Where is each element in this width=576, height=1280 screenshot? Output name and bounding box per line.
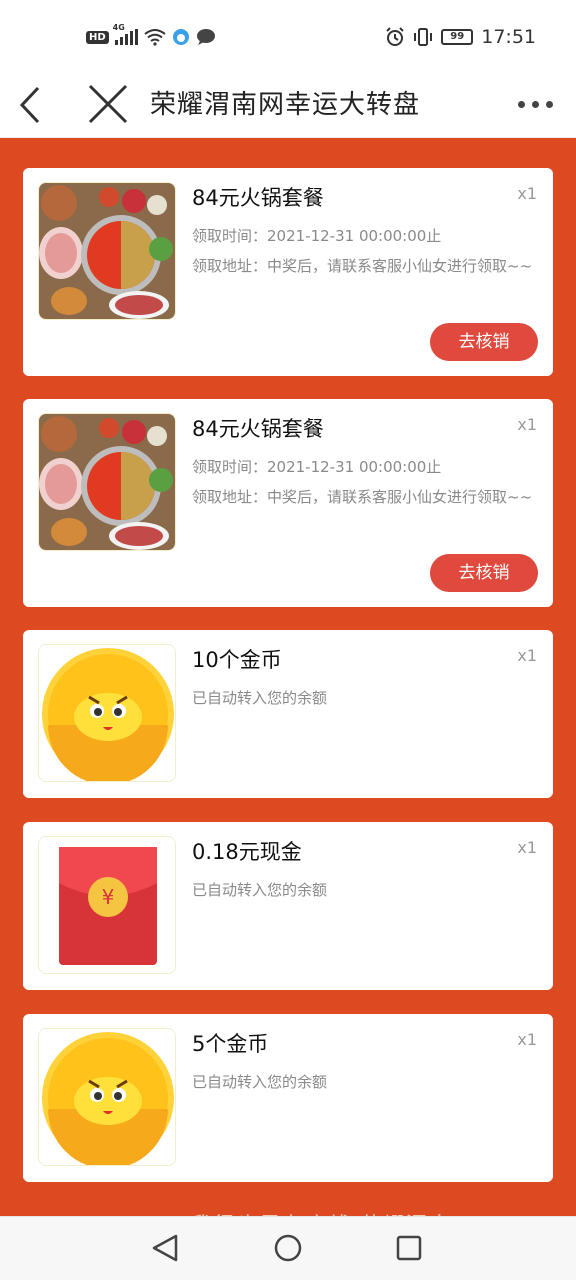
claim-address: 领取地址：中奖后，请联系客服小仙女进行领取~~ bbox=[192, 257, 533, 275]
prize-status: 已自动转入您的余额 bbox=[192, 1073, 328, 1091]
nav-back-icon[interactable] bbox=[150, 1233, 182, 1263]
prize-quantity: x1 bbox=[517, 184, 537, 203]
vibrate-icon bbox=[414, 28, 433, 46]
wifi-icon bbox=[144, 29, 166, 46]
status-left: HD 4G bbox=[86, 23, 216, 48]
status-right: 99 17:51 bbox=[385, 24, 536, 50]
prize-quantity: x1 bbox=[517, 838, 537, 857]
prize-title: 5个金币 bbox=[192, 1032, 269, 1056]
battery-icon: 99 bbox=[441, 29, 474, 45]
page-title: 荣耀渭南网幸运大转盘 bbox=[150, 90, 421, 120]
status-bar: HD 4G 99 17:51 bbox=[0, 0, 576, 72]
prize-card: 5个金币 x1 已自动转入您的余额 bbox=[23, 1014, 553, 1182]
prize-title: 84元火锅套餐 bbox=[192, 417, 324, 441]
red-envelope-image: ¥ bbox=[38, 836, 176, 974]
prize-card: 84元火锅套餐 x1 领取时间：2021-12-31 00:00:00止 领取地… bbox=[23, 399, 553, 607]
redeem-button[interactable]: 去核销 bbox=[430, 554, 538, 592]
prize-quantity: x1 bbox=[517, 415, 537, 434]
hotpot-image bbox=[38, 182, 176, 320]
svg-text:¥: ¥ bbox=[102, 885, 115, 909]
message-icon bbox=[196, 29, 215, 45]
claim-address: 领取地址：中奖后，请联系客服小仙女进行领取~~ bbox=[192, 488, 533, 506]
close-icon[interactable] bbox=[84, 78, 132, 128]
prize-quantity: x1 bbox=[517, 646, 537, 665]
prize-card: 10个金币 x1 已自动转入您的余额 bbox=[23, 630, 553, 798]
prize-quantity: x1 bbox=[517, 1030, 537, 1049]
claim-time: 领取时间：2021-12-31 00:00:00止 bbox=[192, 227, 442, 245]
hd-badge: HD bbox=[86, 30, 109, 44]
prize-card: 84元火锅套餐 x1 领取时间：2021-12-31 00:00:00止 领取地… bbox=[23, 168, 553, 376]
system-nav-bar bbox=[0, 1216, 576, 1280]
prize-list: 84元火锅套餐 x1 领取时间：2021-12-31 00:00:00止 领取地… bbox=[0, 138, 576, 1216]
nav-bar: 荣耀渭南网幸运大转盘 bbox=[0, 72, 576, 138]
gold-coin-image bbox=[38, 1028, 176, 1166]
signal-icon: 4G bbox=[113, 23, 138, 45]
back-arrow-icon[interactable] bbox=[14, 80, 54, 130]
status-time: 17:51 bbox=[481, 26, 536, 48]
more-menu-icon[interactable] bbox=[518, 94, 558, 114]
prize-status: 已自动转入您的余额 bbox=[192, 881, 328, 899]
prize-card: ¥ 0.18元现金 x1 已自动转入您的余额 bbox=[23, 822, 553, 990]
claim-time: 领取时间：2021-12-31 00:00:00止 bbox=[192, 458, 442, 476]
app-notification-icon bbox=[172, 29, 189, 45]
prize-title: 84元火锅套餐 bbox=[192, 186, 324, 210]
alarm-icon bbox=[386, 27, 404, 46]
redeem-button[interactable]: 去核销 bbox=[430, 323, 538, 361]
nav-home-icon[interactable] bbox=[274, 1234, 302, 1262]
gold-coin-image bbox=[38, 644, 176, 782]
prize-title: 0.18元现金 bbox=[192, 840, 302, 864]
prize-status: 已自动转入您的余额 bbox=[192, 689, 328, 707]
prize-title: 10个金币 bbox=[192, 648, 282, 672]
hotpot-image bbox=[38, 413, 176, 551]
nav-recent-apps-icon[interactable] bbox=[396, 1235, 422, 1261]
